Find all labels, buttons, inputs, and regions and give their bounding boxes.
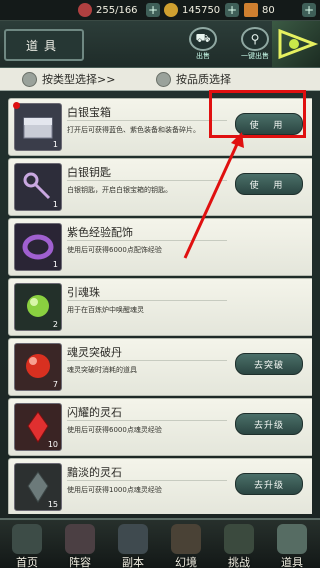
sword-icon: [118, 524, 148, 554]
flag-icon: [224, 524, 254, 554]
tutorial-arrow-icon: [183, 132, 244, 259]
scroll-icon: [171, 524, 201, 554]
bottom-nav: 首页 阵容 副本 幻境 挑战 道具: [0, 518, 320, 568]
screen: 255/166 + 145750 + 80 + 道具 ⛟ 出售 ⚲ 一键出售 按…: [0, 0, 320, 568]
nav-illusion[interactable]: 幻境: [161, 520, 211, 568]
nav-dungeon[interactable]: 副本: [108, 520, 158, 568]
nav-lineup[interactable]: 阵容: [55, 520, 105, 568]
nav-home[interactable]: 首页: [2, 520, 52, 568]
gate-icon: [277, 524, 307, 554]
nav-challenge[interactable]: 挑战: [214, 520, 264, 568]
hero-icon: [65, 524, 95, 554]
pagoda-icon: [12, 524, 42, 554]
nav-items[interactable]: 道具: [267, 520, 317, 568]
